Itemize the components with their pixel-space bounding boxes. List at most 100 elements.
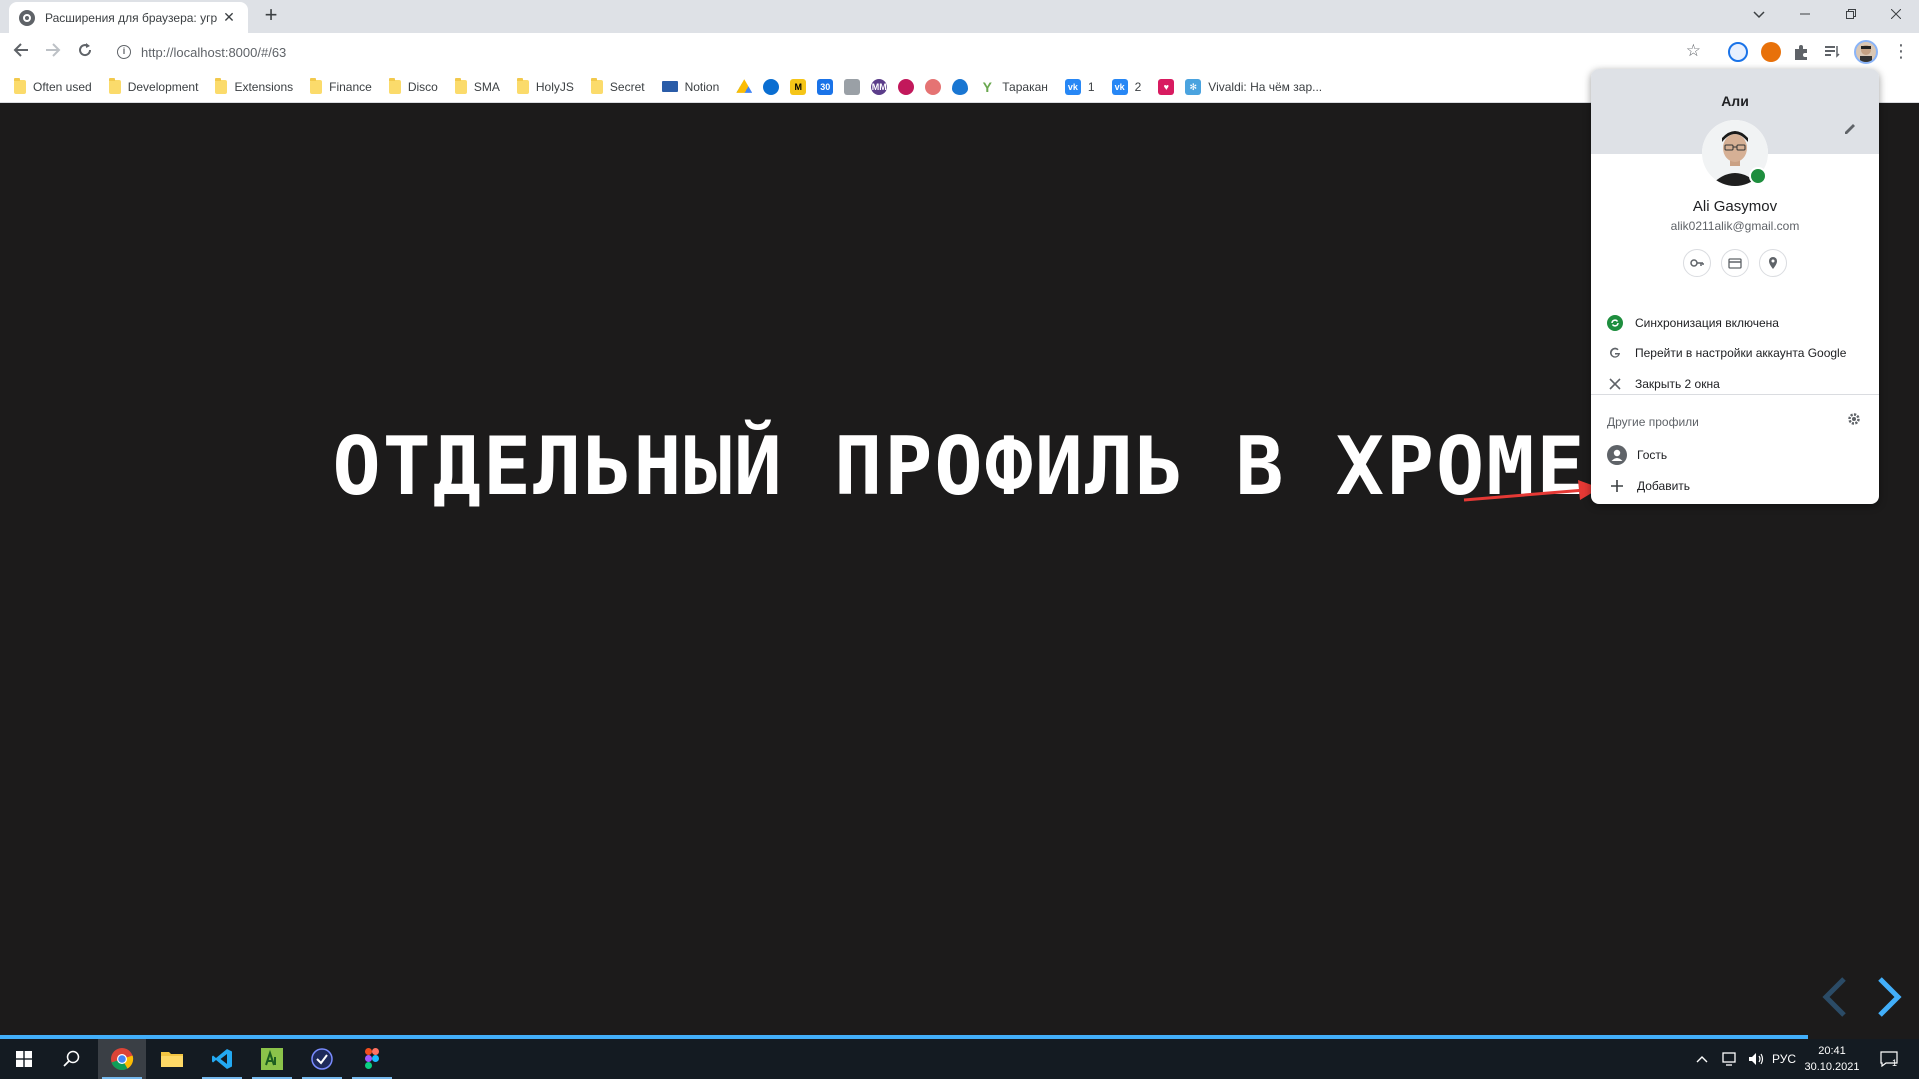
bookmark-folder[interactable]: Extensions [215, 77, 293, 94]
file-explorer-icon[interactable] [148, 1039, 196, 1079]
profile-avatar-button[interactable] [1854, 40, 1878, 64]
bookmark-icon-grey[interactable] [844, 78, 861, 95]
restore-icon[interactable] [1828, 0, 1874, 28]
google-drive-icon[interactable] [736, 79, 753, 93]
folder-icon [14, 77, 26, 94]
edit-profile-icon[interactable] [1843, 122, 1857, 139]
google-g-icon [1607, 345, 1623, 361]
next-slide-icon[interactable] [1874, 975, 1904, 1019]
profile-email: alik0211alik@gmail.com [1670, 219, 1800, 233]
bookmark-folder[interactable]: Finance [310, 77, 372, 94]
heart-icon[interactable]: ♥ [1158, 78, 1175, 95]
tab-favicon-icon [19, 9, 35, 26]
action-center-icon[interactable]: 1 [1880, 1039, 1898, 1079]
clock-date: 30.10.2021 [1804, 1061, 1860, 1073]
plus-icon [1607, 478, 1627, 494]
laptop-icon [661, 81, 678, 92]
add-profile-item[interactable]: Добавить [1591, 471, 1879, 501]
reading-list-icon[interactable] [1823, 43, 1843, 63]
address-bar[interactable]: i http://localhost:8000/#/63 ☆ [109, 37, 1709, 67]
profile-full-name: Ali Gasymov [1692, 198, 1778, 215]
profile-name: Али [1721, 93, 1749, 109]
tab-title: Расширения для браузера: угр [45, 10, 218, 25]
bookmark-notion[interactable]: Notion [661, 80, 719, 94]
input-language[interactable]: РУС [1772, 1039, 1796, 1079]
close-windows-label: Закрыть 2 окна [1635, 377, 1720, 391]
folder-icon [454, 77, 467, 94]
passwords-key-icon[interactable] [1683, 249, 1711, 277]
tasks-check-icon[interactable] [298, 1039, 346, 1079]
windows-start-icon[interactable] [0, 1039, 48, 1079]
network-icon[interactable] [1722, 1039, 1740, 1079]
bookmark-folder[interactable]: Disco [388, 77, 438, 94]
tab-strip: Расширения для браузера: угр ✕ + [0, 0, 1919, 33]
taskbar-clock[interactable]: 20:41 30.10.2021 [1800, 1043, 1864, 1075]
bookmark-vk-2[interactable]: vk 2 [1111, 78, 1141, 95]
bookmark-icon-mm[interactable]: MM [871, 78, 888, 95]
bookmark-folder[interactable]: SMA [454, 77, 500, 94]
bookmark-icon-pink[interactable] [898, 78, 915, 95]
manage-profiles-gear-icon[interactable] [1847, 412, 1861, 431]
bookmark-folder[interactable]: Development [108, 77, 198, 94]
folder-icon [388, 77, 401, 94]
browser-tab[interactable]: Расширения для браузера: угр ✕ [9, 2, 248, 33]
search-icon[interactable] [48, 1039, 96, 1079]
url-text: http://localhost:8000/#/63 [141, 44, 287, 60]
y-icon: Y [982, 78, 992, 95]
browser-toolbar: i http://localhost:8000/#/63 ☆ ⋮ [0, 33, 1919, 71]
figma-icon[interactable] [348, 1039, 396, 1079]
sync-enabled-item[interactable]: Синхронизация включена [1591, 308, 1879, 338]
bookmark-icon-m[interactable]: M [790, 78, 807, 95]
guest-profile-item[interactable]: Гость [1591, 440, 1879, 470]
vk-icon: vk [1111, 78, 1128, 95]
folder-icon [215, 77, 228, 94]
sync-status-icon [1749, 167, 1767, 185]
guest-avatar-icon [1607, 445, 1627, 465]
google-settings-label: Перейти в настройки аккаунта Google [1635, 346, 1847, 360]
bookmark-folder[interactable]: Often used [14, 77, 92, 94]
clock-time: 20:41 [1818, 1045, 1846, 1057]
bookmark-vivaldi[interactable]: ✻ Vivaldi: На чём зар... [1185, 78, 1322, 95]
minimize-icon[interactable] [1782, 0, 1828, 28]
tray-chevron-icon[interactable] [1696, 1039, 1708, 1079]
vscode-icon[interactable] [198, 1039, 246, 1079]
google-account-settings-item[interactable]: Перейти в настройки аккаунта Google [1591, 338, 1879, 368]
water-drop-icon[interactable] [952, 78, 969, 95]
terminal-app-icon[interactable] [248, 1039, 296, 1079]
guest-label: Гость [1637, 448, 1668, 462]
browser-menu-icon[interactable]: ⋮ [1892, 41, 1910, 63]
bookmark-folder[interactable]: Secret [590, 77, 645, 94]
menu-divider [1591, 394, 1879, 395]
addresses-location-icon[interactable] [1759, 249, 1787, 277]
bookmark-icon-donut[interactable] [925, 78, 942, 95]
payment-card-icon[interactable] [1721, 249, 1749, 277]
extension-2-icon[interactable] [1761, 42, 1781, 62]
extensions-puzzle-icon[interactable] [1792, 43, 1812, 63]
onedrive-icon[interactable] [763, 78, 780, 95]
extension-1-icon[interactable] [1728, 42, 1748, 62]
folder-icon [590, 77, 603, 94]
tab-search-icon[interactable] [1736, 0, 1782, 28]
add-profile-label: Добавить [1637, 479, 1691, 493]
annotation-arrow-icon [1463, 480, 1600, 502]
calendar-icon[interactable]: 30 [817, 78, 834, 95]
chrome-taskbar-icon[interactable] [98, 1039, 146, 1079]
bookmark-vk-1[interactable]: vk 1 [1064, 78, 1095, 95]
back-icon[interactable] [7, 38, 35, 66]
notification-count: 1 [1892, 1058, 1898, 1068]
vk-icon: vk [1064, 78, 1081, 95]
new-tab-button[interactable]: + [259, 4, 283, 28]
other-profiles-heading: Другие профили [1607, 415, 1699, 429]
bookmark-tarakan[interactable]: Y Таракан [979, 79, 1048, 95]
prev-slide-icon[interactable] [1820, 975, 1850, 1019]
close-icon[interactable] [1873, 0, 1919, 28]
reload-icon[interactable] [71, 38, 99, 66]
bookmark-star-icon[interactable]: ☆ [1686, 41, 1701, 61]
bookmark-folder[interactable]: HolyJS [516, 77, 574, 94]
close-x-icon [1607, 376, 1623, 392]
forward-icon[interactable] [39, 38, 67, 66]
volume-icon[interactable] [1748, 1039, 1766, 1079]
site-info-icon[interactable]: i [117, 45, 131, 59]
tab-close-icon[interactable]: ✕ [220, 9, 238, 26]
sync-label: Синхронизация включена [1635, 316, 1779, 330]
